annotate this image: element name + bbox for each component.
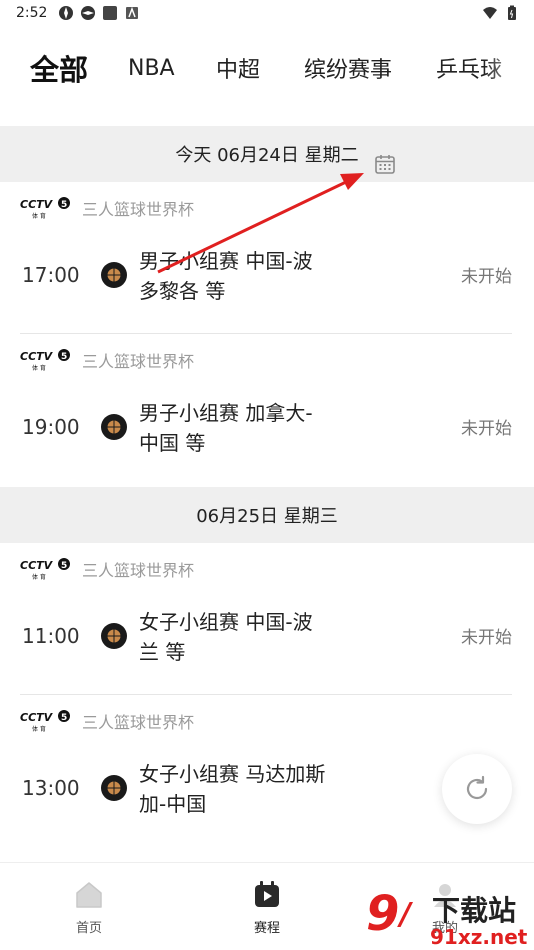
match-time: 13:00: [22, 776, 80, 800]
tab-csl[interactable]: 中超: [216, 40, 260, 96]
date-header-today: 今天 06月24日 星期二: [0, 126, 534, 182]
svg-text:/: /: [397, 897, 414, 932]
basketball-icon: [101, 623, 127, 649]
match-status: 未开始: [461, 628, 512, 648]
match-title: 男子小组赛 中国-波多黎各 等: [139, 249, 313, 303]
tab-featured-events[interactable]: 缤纷赛事: [304, 40, 392, 96]
square-notification-icon: [103, 6, 117, 20]
refresh-icon: [466, 775, 488, 800]
system-icons: [482, 5, 520, 21]
svg-text:CCTV: CCTV: [20, 559, 54, 572]
notification-icons: [58, 5, 140, 21]
cctv5-logo: CCTV 5 体 育: [20, 197, 70, 220]
svg-text:5: 5: [61, 200, 67, 210]
svg-text:9: 9: [366, 886, 399, 942]
category-tabs: 全部 NBA 中超 缤纷赛事 乒乓球: [0, 40, 534, 100]
svg-text:91xz.net: 91xz.net: [430, 925, 528, 949]
calendar-icon[interactable]: [374, 153, 396, 175]
svg-text:5: 5: [61, 561, 67, 571]
cctv5-logo: CCTV 5 体 育: [20, 349, 70, 372]
match-status: 未开始: [461, 419, 512, 439]
battery-icon: [508, 5, 516, 20]
svg-text:体 育: 体 育: [32, 573, 46, 581]
app-notification-icon: [81, 6, 95, 20]
svg-text:体 育: 体 育: [32, 212, 46, 220]
match-title: 女子小组赛 中国-波兰 等: [139, 610, 313, 664]
refresh-button[interactable]: [442, 754, 512, 824]
match-time: 17:00: [22, 263, 80, 287]
svg-text:下载站: 下载站: [432, 894, 516, 927]
tabs-fade: [484, 40, 534, 96]
cctv5-logo: CCTV 5 体 育: [20, 710, 70, 733]
basketball-icon: [101, 775, 127, 801]
svg-text:CCTV: CCTV: [20, 198, 54, 211]
date-header-tomorrow: 06月25日 星期三: [0, 487, 534, 543]
nav-home[interactable]: 首页: [39, 863, 139, 950]
nav-schedule[interactable]: 赛程: [217, 863, 317, 950]
date-label: 今天 06月24日 星期二: [175, 145, 359, 166]
schedule-icon: [255, 881, 279, 907]
league-line: CCTV 5 体 育 三人篮球世界杯: [20, 557, 194, 581]
svg-text:5: 5: [61, 713, 67, 723]
match-row[interactable]: CCTV 5 体 育 三人篮球世界杯 11:00 女子小组赛 中国-波兰 等 未…: [0, 543, 534, 695]
tab-nba[interactable]: NBA: [128, 40, 175, 96]
svg-text:体 育: 体 育: [32, 725, 46, 733]
wifi-icon: [483, 7, 497, 19]
text-notification-icon: [126, 6, 138, 19]
svg-text:5: 5: [61, 352, 67, 362]
status-time: 2:52: [16, 5, 48, 21]
status-bar: 2:52: [0, 0, 534, 30]
site-watermark-logo: 9 / 下载站 91xz.net: [366, 886, 528, 949]
match-title: 男子小组赛 加拿大-中国 等: [139, 401, 313, 455]
svg-text:体 育: 体 育: [32, 364, 46, 372]
svg-text:CCTV: CCTV: [20, 350, 54, 363]
league-line: CCTV 5 体 育 三人篮球世界杯: [20, 196, 194, 220]
league-line: CCTV 5 体 育 三人篮球世界杯: [20, 348, 194, 372]
app-notification-icon: [59, 6, 73, 20]
basketball-icon: [101, 262, 127, 288]
match-title: 女子小组赛 马达加斯加-中国: [139, 762, 326, 816]
cctv5-logo: CCTV 5 体 育: [20, 558, 70, 581]
tab-all[interactable]: 全部: [30, 40, 88, 96]
svg-text:CCTV: CCTV: [20, 711, 54, 724]
basketball-icon: [101, 414, 127, 440]
match-row[interactable]: CCTV 5 体 育 三人篮球世界杯 19:00 男子小组赛 加拿大-中国 等 …: [0, 334, 534, 486]
home-icon: [76, 882, 102, 908]
league-name: 三人篮球世界杯: [82, 200, 195, 219]
league-name: 三人篮球世界杯: [82, 561, 195, 580]
match-time: 11:00: [22, 624, 80, 648]
league-line: CCTV 5 体 育 三人篮球世界杯: [20, 709, 194, 733]
league-name: 三人篮球世界杯: [82, 352, 195, 371]
nav-label: 首页: [75, 921, 102, 936]
match-status: 未开始: [461, 267, 512, 287]
nav-label: 赛程: [253, 921, 280, 936]
league-name: 三人篮球世界杯: [82, 713, 195, 732]
match-row[interactable]: CCTV 5 体 育 三人篮球世界杯 17:00 男子小组赛 中国-波多黎各 等…: [0, 182, 534, 334]
match-time: 19:00: [22, 415, 80, 439]
date-label: 06月25日 星期三: [196, 506, 338, 527]
